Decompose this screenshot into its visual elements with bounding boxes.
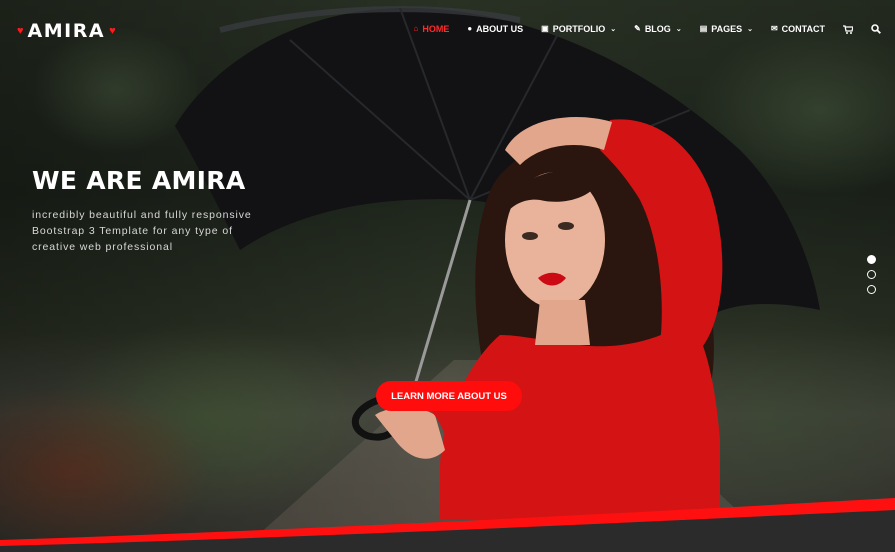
chevron-down-icon: ⌄ [610,26,617,33]
brand-logo[interactable]: ♥ AMIRA ♥ [17,20,116,42]
slider-dot-1[interactable] [867,255,876,264]
search-icon [871,24,881,34]
envelope-icon: ✉ [770,24,778,33]
nav-item-label: ABOUT US [476,24,524,34]
cart-button[interactable] [843,24,853,34]
top-navbar: ♥ AMIRA ♥ ⌂ HOME ● ABOUT US ▣ PORTFOLIO … [0,0,895,62]
nav-item-blog[interactable]: ✎ BLOG ⌄ [634,24,682,34]
nav-item-label: BLOG [644,24,671,34]
hero-headline: WE ARE AMIRA [32,166,246,195]
chevron-down-icon: ⌄ [675,26,682,33]
nav-item-label: PORTFOLIO [552,24,606,34]
hero-subtext: incredibly beautiful and fully responsiv… [32,209,252,253]
nav-item-contact[interactable]: ✉ CONTACT [771,24,825,34]
image-icon: ▣ [541,24,549,33]
slider-pagination [867,255,876,294]
nav-item-label: HOME [422,24,450,34]
woman-with-umbrella-image [0,6,895,552]
nav-item-pages[interactable]: ▤ PAGES ⌄ [700,24,753,34]
home-icon: ⌂ [413,24,419,33]
nav-item-about-us[interactable]: ● ABOUT US [467,24,523,34]
slider-dot-3[interactable] [867,285,876,294]
edit-icon: ✎ [634,24,641,33]
cart-icon [843,24,853,34]
nav-item-home[interactable]: ⌂ HOME [413,24,449,34]
nav-item-label: CONTACT [781,24,825,34]
heart-icon: ♥ [17,24,24,37]
nav-item-label: PAGES [711,24,743,34]
heart-icon: ♥ [109,24,116,37]
chevron-down-icon: ⌄ [747,26,753,33]
learn-more-button[interactable]: LEARN MORE ABOUT US [376,381,522,411]
slider-dot-2[interactable] [867,270,876,279]
umbrella-shaft [410,199,472,396]
user-icon: ● [467,24,473,33]
main-menu: ⌂ HOME ● ABOUT US ▣ PORTFOLIO ⌄ ✎ BLOG ⌄… [395,24,881,34]
brand-name: AMIRA [27,20,106,42]
file-icon: ▤ [699,24,708,33]
search-button[interactable] [871,24,881,34]
nav-item-portfolio[interactable]: ▣ PORTFOLIO ⌄ [541,24,616,34]
